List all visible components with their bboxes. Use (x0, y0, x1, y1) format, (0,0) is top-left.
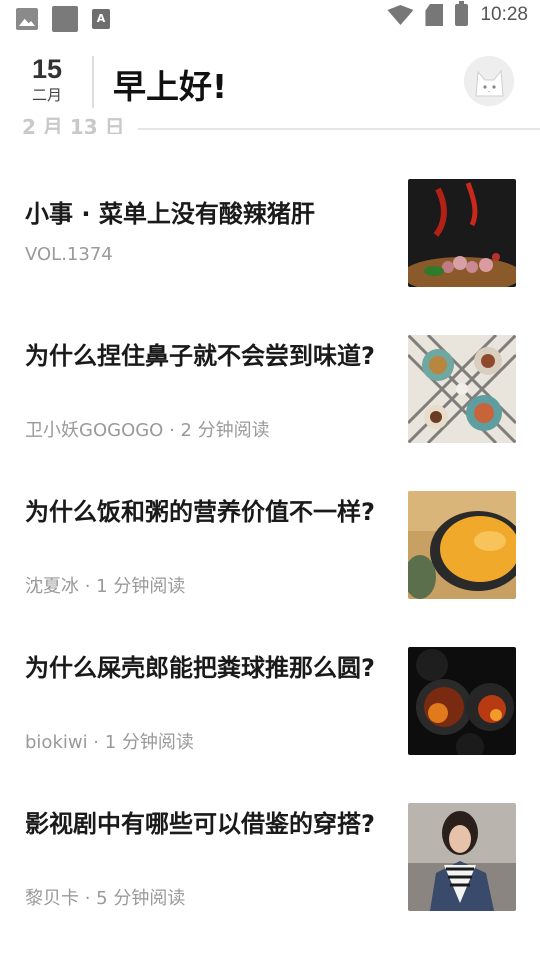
article-title: 影视剧中有哪些可以借鉴的穿搭? (25, 810, 375, 838)
article-item[interactable]: 影视剧中有哪些可以借鉴的穿搭? 黎贝卡 · 5 分钟阅读 (0, 800, 540, 920)
article-item[interactable]: 小事 · 菜单上没有酸辣猪肝 VOL.1374 (0, 176, 540, 296)
article-meta: biokiwi · 1 分钟阅读 (25, 732, 194, 753)
cat-avatar-icon (464, 56, 514, 106)
article-title: 为什么饭和粥的营养价值不一样? (25, 498, 375, 526)
wifi-icon (387, 5, 414, 25)
greeting-title: 早上好! (113, 67, 228, 106)
article-thumbnail (408, 179, 516, 287)
date-day: 15 (31, 54, 63, 84)
section-date: 2 月 13 日 (22, 116, 125, 134)
header: 15 二月 早上好! (0, 48, 540, 118)
article-thumbnail (408, 335, 516, 443)
app-square-icon (52, 6, 78, 32)
article-title: 小事 · 菜单上没有酸辣猪肝 (25, 200, 315, 228)
article-item[interactable]: 为什么捏住鼻子就不会尝到味道? 卫小妖GOGOGO · 2 分钟阅读 (0, 332, 540, 452)
food-table-image (408, 335, 516, 443)
a-app-icon: A (92, 9, 110, 29)
article-thumbnail (408, 647, 516, 755)
food-chili-image (408, 179, 516, 287)
article-thumbnail (408, 803, 516, 911)
status-time: 10:28 (480, 4, 528, 25)
date-month: 二月 (31, 86, 62, 104)
header-divider (92, 56, 94, 108)
image-icon (16, 8, 38, 30)
food-porridge-image (408, 491, 516, 599)
battery-icon (455, 1, 469, 26)
article-title: 为什么捏住鼻子就不会尝到味道? (25, 342, 375, 370)
article-meta: 卫小妖GOGOGO · 2 分钟阅读 (25, 420, 270, 441)
calendar-date[interactable]: 15 二月 (22, 54, 72, 106)
section-divider (138, 128, 540, 130)
article-meta: VOL.1374 (25, 244, 113, 265)
article-item[interactable]: 为什么饭和粥的营养价值不一样? 沈夏冰 · 1 分钟阅读 (0, 488, 540, 608)
beetle-spheres-image (408, 647, 516, 755)
avatar[interactable] (464, 56, 514, 106)
article-title: 为什么屎壳郎能把粪球推那么圆? (25, 654, 375, 682)
no-sim-icon (425, 4, 444, 26)
status-bar: A 10:28 (0, 0, 540, 36)
article-thumbnail (408, 491, 516, 599)
article-meta: 黎贝卡 · 5 分钟阅读 (25, 888, 186, 909)
article-item[interactable]: 为什么屎壳郎能把粪球推那么圆? biokiwi · 1 分钟阅读 (0, 644, 540, 764)
article-meta: 沈夏冰 · 1 分钟阅读 (25, 576, 186, 597)
fashion-portrait-image (408, 803, 516, 911)
